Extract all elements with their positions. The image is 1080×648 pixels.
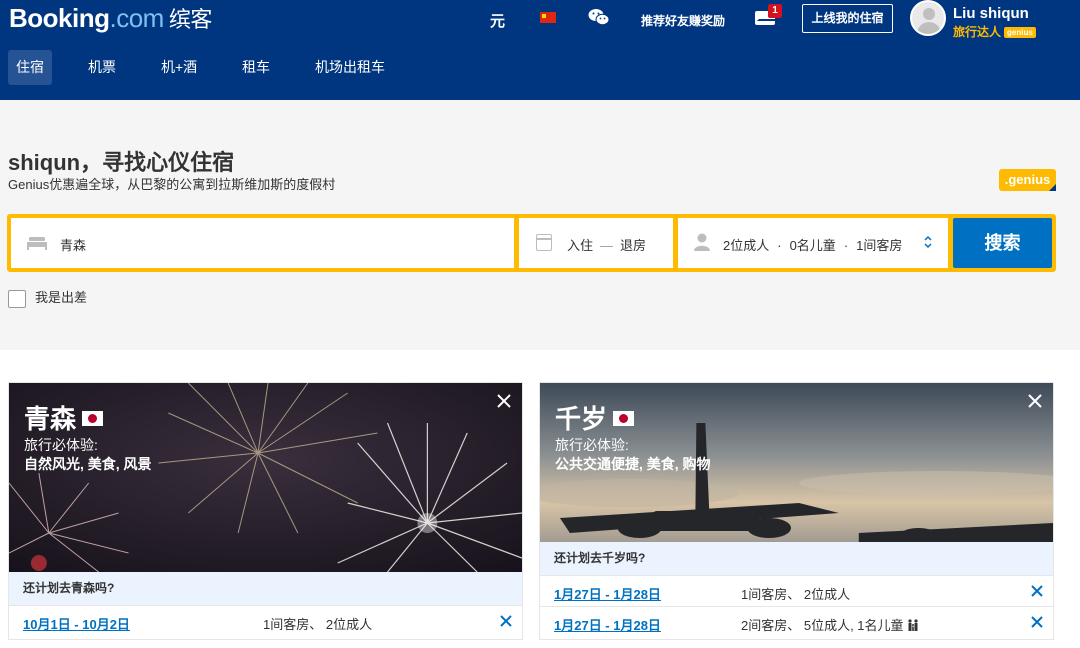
family-icon <box>907 619 918 631</box>
chevron-updown-icon <box>924 235 932 249</box>
checkbox[interactable] <box>8 289 26 308</box>
remove-icon[interactable] <box>1030 615 1044 629</box>
logo-cn-text: 缤客 <box>168 7 213 32</box>
date-picker[interactable]: 入住 — 退房 <box>519 218 673 268</box>
genius-badge: .genius <box>999 169 1056 191</box>
wechat-icon[interactable] <box>588 8 610 26</box>
experience-label: 旅行必体验: <box>555 437 629 453</box>
china-flag-icon[interactable] <box>540 12 556 23</box>
person-icon <box>694 233 710 251</box>
business-travel-checkbox[interactable]: 我是出差 <box>8 287 87 308</box>
user-name[interactable]: Liu shiqun <box>953 5 1029 22</box>
trip-row[interactable]: 1月27日 - 1月28日 1间客房、 2位成人 <box>540 575 1053 606</box>
city-name-text: 青森 <box>24 404 77 434</box>
recent-search-card-chitose[interactable]: 千岁 旅行必体验: 公共交通便捷, 美食, 购物 还计划去千岁吗? 1月27日 … <box>539 382 1054 640</box>
remove-icon[interactable] <box>499 614 513 628</box>
date-range: 入住 — 退房 <box>567 235 646 254</box>
experience-label: 旅行必体验: <box>24 437 98 453</box>
genius-mini-badge: genius <box>1004 27 1036 38</box>
separator-dot: · <box>777 238 782 253</box>
currency-selector[interactable]: 元 <box>490 10 505 31</box>
business-travel-label: 我是出差 <box>35 290 88 305</box>
trip-dates-link[interactable]: 1月27日 - 1月28日 <box>554 584 661 603</box>
tab-airport-taxi[interactable]: 机场出租车 <box>307 50 393 85</box>
user-level-text: 旅行达人 <box>953 25 1002 39</box>
checkin-label: 入住 <box>567 238 594 253</box>
logo-dotcom-text: .com <box>109 3 165 33</box>
trip-guests: 2间客房、 5位成人, 1名儿童 <box>741 615 919 634</box>
page-subtitle: Genius优惠遍全球，从巴黎的公寓到拉斯维加斯的度假村 <box>8 177 336 192</box>
close-icon[interactable] <box>495 392 513 410</box>
card-city-name: 青森 <box>24 399 104 436</box>
trip-guests: 1间客房、 2位成人 <box>263 617 373 632</box>
destination-value: 青森 <box>60 238 87 253</box>
refer-friends-link[interactable]: 推荐好友赚奖励 <box>641 12 725 29</box>
destination-input[interactable]: 青森 <box>11 218 514 268</box>
city-name-text: 千岁 <box>555 404 608 434</box>
tab-car-rental[interactable]: 租车 <box>234 50 278 85</box>
tab-flight-hotel[interactable]: 机+酒 <box>153 50 205 85</box>
close-icon[interactable] <box>1026 392 1044 410</box>
trip-guests: 1间客房、 2位成人 <box>741 587 851 602</box>
message-count-badge: 1 <box>768 4 782 18</box>
recent-search-card-aomori[interactable]: 青森 旅行必体验: 自然风光, 美食, 风景 还计划去青森吗? 10月1日 - … <box>8 382 523 640</box>
guests-summary: 2位成人 · 0名儿童 · 1间客房 <box>723 235 902 254</box>
trip-row[interactable]: 10月1日 - 10月2日 1间客房、 2位成人 <box>9 605 522 636</box>
trip-dates-link[interactable]: 1月27日 - 1月28日 <box>554 615 661 634</box>
list-property-button[interactable]: 上线我的住宿 <box>802 4 893 33</box>
date-dash: — <box>600 238 614 253</box>
trip-guests-text: 2间客房、 5位成人, 1名儿童 <box>741 618 904 633</box>
bed-icon <box>27 237 47 250</box>
experience-tags: 公共交通便捷, 美食, 购物 <box>555 456 711 472</box>
plan-again-prompt: 还计划去青森吗? <box>9 572 522 605</box>
page-title: shiqun，寻找心仪住宿 <box>8 150 235 175</box>
checkout-label: 退房 <box>620 238 647 253</box>
search-box: 青森 入住 — 退房 2位成人 · 0名儿童 · 1间客房 搜索 <box>7 214 1056 272</box>
children-count: 0名儿童 <box>789 238 836 253</box>
user-level: 旅行达人 genius <box>953 23 1036 40</box>
tab-flights[interactable]: 机票 <box>80 50 124 85</box>
separator-dot: · <box>843 238 849 253</box>
adults-count: 2位成人 <box>723 238 770 253</box>
japan-flag-icon <box>613 411 635 426</box>
card-city-name: 千岁 <box>555 399 635 436</box>
search-button[interactable]: 搜索 <box>953 218 1052 268</box>
japan-flag-icon <box>82 411 104 426</box>
booking-logo[interactable]: Booking.com 缤客 <box>9 2 212 34</box>
plan-again-prompt: 还计划去千岁吗? <box>540 542 1053 575</box>
trip-dates-link[interactable]: 10月1日 - 10月2日 <box>23 614 130 633</box>
top-header: Booking.com 缤客 元 推荐好友赚奖励 1 上线我的住宿 Liu shi… <box>0 0 1080 100</box>
logo-main-text: Booking <box>9 3 110 33</box>
tab-stays[interactable]: 住宿 <box>8 50 52 85</box>
guests-selector[interactable]: 2位成人 · 0名儿童 · 1间客房 <box>678 218 948 268</box>
experience-tags: 自然风光, 美食, 风景 <box>24 456 152 472</box>
calendar-icon <box>536 234 552 251</box>
rooms-count: 1间客房 <box>856 238 903 253</box>
avatar[interactable] <box>910 0 946 36</box>
remove-icon[interactable] <box>1030 584 1044 598</box>
trip-row[interactable]: 1月27日 - 1月28日 2间客房、 5位成人, 1名儿童 <box>540 606 1053 637</box>
